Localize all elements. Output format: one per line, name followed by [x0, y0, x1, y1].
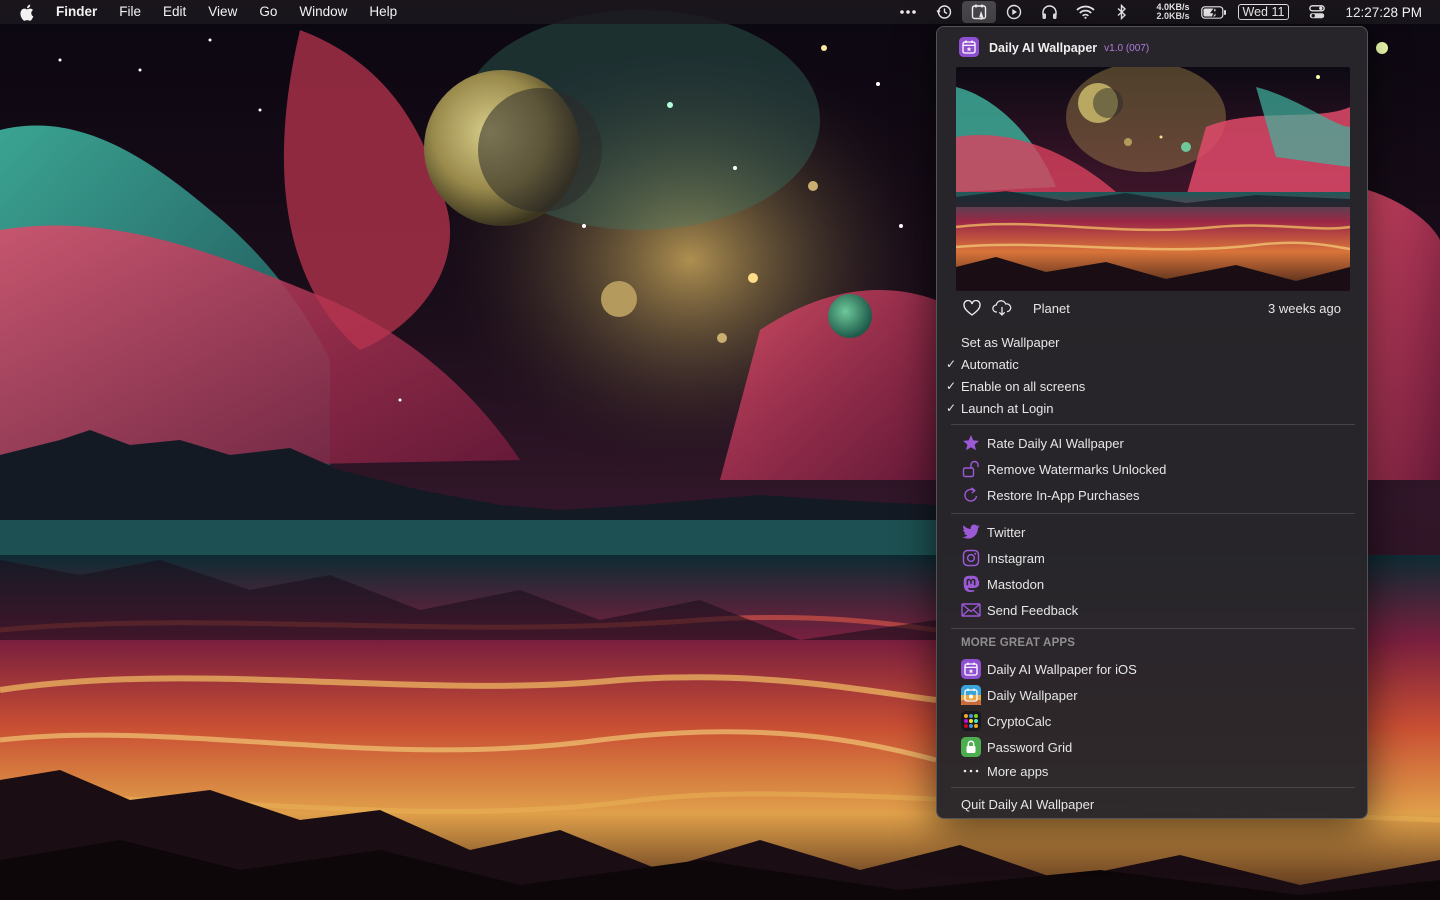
menu-item-label: Automatic: [961, 356, 1019, 372]
menu-item-quit[interactable]: Quit Daily AI Wallpaper: [961, 793, 1094, 815]
menu-item-app-cryptocalc[interactable]: CryptoCalc: [961, 710, 1051, 732]
network-speed[interactable]: 4.0KB/s 2.0KB/s: [1144, 3, 1190, 21]
envelope-icon: [961, 600, 981, 620]
apple-menu-icon[interactable]: [16, 0, 36, 24]
menu-item-remove-watermarks[interactable]: Remove Watermarks Unlocked: [961, 458, 1166, 480]
play-icon[interactable]: [996, 0, 1032, 24]
menu-item-send-feedback[interactable]: Send Feedback: [961, 599, 1078, 621]
menu-item-launch-at-login[interactable]: ✓ Launch at Login: [946, 397, 1054, 419]
menu-bar: Finder File Edit View Go Window Help 4.0…: [0, 0, 1440, 24]
wallpaper-preview[interactable]: [956, 67, 1350, 291]
menu-item-label: Send Feedback: [987, 602, 1079, 618]
time-machine-icon[interactable]: [926, 0, 962, 24]
menu-item-label: Restore In-App Purchases: [987, 487, 1140, 503]
star-icon: [961, 433, 981, 453]
menu-bar-clock[interactable]: 12:27:28 PM: [1335, 5, 1440, 20]
more-apps-heading: MORE GREAT APPS: [961, 637, 1076, 649]
menu-item-twitter[interactable]: Twitter: [961, 521, 1025, 543]
menu-item-label: Quit Daily AI Wallpaper: [961, 796, 1095, 812]
refresh-icon: [961, 485, 981, 505]
menu-item-label: Rate Daily AI Wallpaper: [987, 435, 1124, 451]
headphones-icon[interactable]: [1032, 0, 1068, 24]
app-calendar-icon: [959, 36, 979, 60]
lock-app-icon: [961, 737, 981, 757]
menu-item-label: Instagram: [987, 550, 1045, 566]
favorite-heart-icon[interactable]: [961, 297, 983, 319]
menu-item-automatic[interactable]: ✓ Automatic: [946, 353, 1019, 375]
menu-item-label: Enable on all screens: [961, 378, 1086, 394]
menu-edit[interactable]: Edit: [152, 0, 197, 24]
network-download-speed: 2.0KB/s: [1156, 11, 1190, 21]
menu-item-label: Remove Watermarks Unlocked: [987, 461, 1167, 477]
menu-item-app-password-grid[interactable]: Password Grid: [961, 736, 1072, 758]
instagram-icon: [961, 548, 981, 568]
menu-item-set-as-wallpaper[interactable]: Set as Wallpaper: [961, 331, 1060, 353]
menu-app-name[interactable]: Finder: [56, 0, 108, 24]
menu-item-label: CryptoCalc: [987, 713, 1052, 729]
ellipsis-icon: [961, 761, 981, 781]
menu-item-label: Twitter: [987, 524, 1026, 540]
menu-separator: [951, 424, 1355, 425]
calendar-app-icon: [961, 659, 981, 679]
twitter-icon: [961, 522, 981, 542]
menu-item-rate-app[interactable]: Rate Daily AI Wallpaper: [961, 432, 1124, 454]
menu-app-version: v1.0 (007): [1104, 42, 1150, 54]
control-center-icon[interactable]: [1299, 0, 1335, 24]
daily-ai-wallpaper-menu: Daily AI Wallpaper v1.0 (007) Planet 3 w…: [936, 26, 1368, 819]
menu-separator: [951, 513, 1355, 514]
wallpaper-meta: Planet 3 weeks ago: [961, 297, 1341, 319]
menu-item-label: Daily Wallpaper: [987, 687, 1078, 703]
checkmark-icon: ✓: [946, 401, 957, 415]
menu-item-label: Password Grid: [987, 739, 1073, 755]
checkmark-icon: ✓: [946, 357, 957, 371]
mastodon-icon: [961, 574, 981, 594]
cryptocalc-app-icon: [961, 711, 981, 731]
menu-item-label: Daily AI Wallpaper for iOS: [987, 661, 1137, 677]
menu-separator: [951, 787, 1355, 788]
menu-separator: [951, 628, 1355, 629]
bluetooth-icon[interactable]: [1104, 0, 1140, 24]
checkmark-icon: ✓: [946, 379, 957, 393]
menu-header: Daily AI Wallpaper v1.0 (007): [959, 36, 1150, 60]
menu-item-app-ai-wallpaper-ios[interactable]: Daily AI Wallpaper for iOS: [961, 658, 1137, 680]
wallpaper-title: Planet: [1033, 300, 1070, 316]
menu-file[interactable]: File: [108, 0, 152, 24]
menu-window[interactable]: Window: [288, 0, 358, 24]
menu-item-instagram[interactable]: Instagram: [961, 547, 1045, 569]
menu-item-enable-all-screens[interactable]: ✓ Enable on all screens: [946, 375, 1086, 397]
battery-charging-icon[interactable]: [1196, 0, 1232, 24]
menu-view[interactable]: View: [197, 0, 248, 24]
wallpaper-age: 3 weeks ago: [1268, 300, 1341, 316]
photo-app-icon: [961, 685, 981, 705]
menu-go[interactable]: Go: [248, 0, 288, 24]
wifi-icon[interactable]: [1068, 0, 1104, 24]
menu-item-app-daily-wallpaper[interactable]: Daily Wallpaper: [961, 684, 1078, 706]
download-cloud-icon[interactable]: [991, 297, 1013, 319]
menu-item-label: Launch at Login: [961, 400, 1054, 416]
menu-app-title: Daily AI Wallpaper: [989, 41, 1098, 55]
menu-item-label: Set as Wallpaper: [961, 334, 1060, 350]
menu-item-mastodon[interactable]: Mastodon: [961, 573, 1044, 595]
daily-ai-wallpaper-status-icon[interactable]: [961, 1, 996, 23]
unlock-icon: [961, 459, 981, 479]
date-badge[interactable]: Wed 11: [1237, 4, 1290, 20]
menu-item-label: More apps: [987, 763, 1049, 779]
menu-item-more-apps[interactable]: More apps: [961, 760, 1048, 782]
menu-item-restore-purchases[interactable]: Restore In-App Purchases: [961, 484, 1139, 506]
menu-help[interactable]: Help: [358, 0, 408, 24]
more-ellipsis-icon[interactable]: [890, 0, 926, 24]
menu-item-label: Mastodon: [987, 576, 1045, 592]
